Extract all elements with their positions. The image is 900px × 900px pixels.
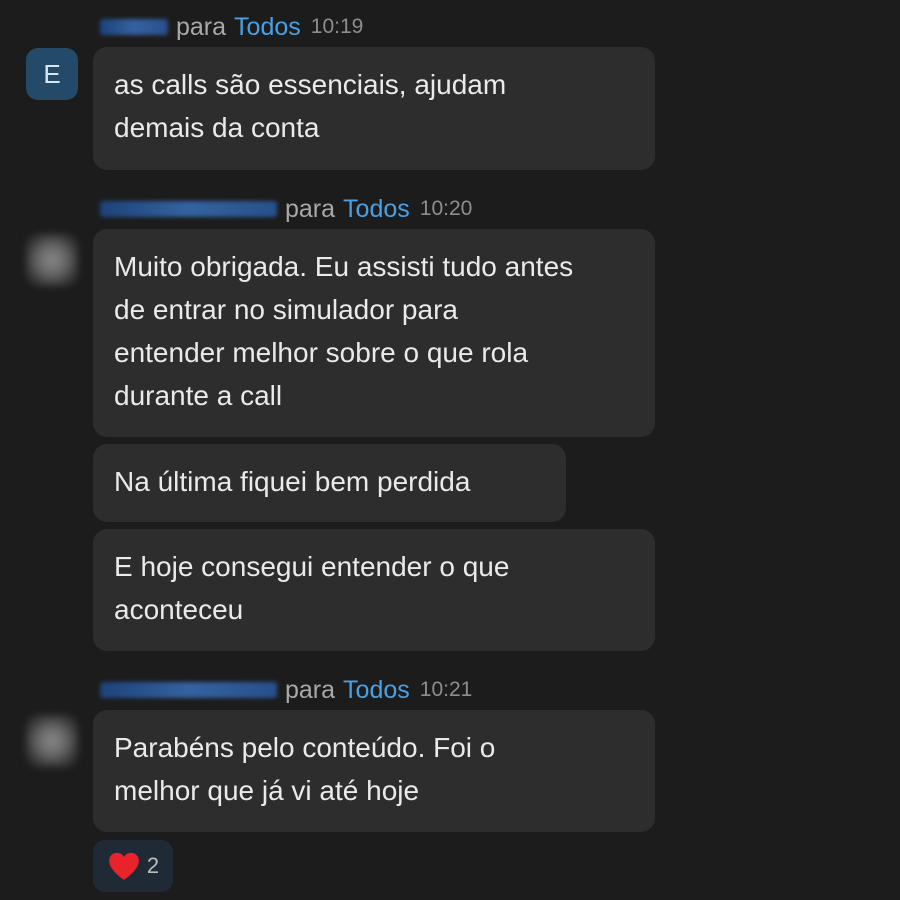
message-time: 10:21 [419,678,473,701]
sender-name-redacted [100,201,277,217]
message-time: 10:20 [419,197,473,220]
avatar[interactable] [26,234,78,286]
message-bubble[interactable]: E hoje consegui entender o que aconteceu [93,529,655,651]
avatar[interactable] [26,715,78,767]
recipient-link[interactable]: Todos [343,676,410,705]
recipient-link[interactable]: Todos [234,13,301,42]
avatar[interactable]: E [26,48,78,100]
heart-icon [109,852,139,880]
message-time: 10:19 [310,15,364,38]
chat-panel: para Todos 10:19 E as calls são essencia… [0,0,900,900]
recipient-prefix: para [285,194,336,223]
reaction-button[interactable]: 2 [93,840,173,892]
message-bubble[interactable]: Parabéns pelo conteúdo. Foi o melhor que… [93,710,655,832]
sender-name-redacted [100,19,168,35]
recipient-prefix: para [285,675,336,704]
recipient-prefix: para [176,12,227,41]
message-bubble[interactable]: as calls são essenciais, ajudam demais d… [93,47,655,170]
reaction-count: 2 [146,853,160,878]
sender-name-redacted [100,682,277,698]
message-bubble[interactable]: Na última fiquei bem perdida [93,444,566,522]
message-header: para Todos 10:19 [100,12,363,42]
message-header: para Todos 10:20 [100,194,472,224]
recipient-link[interactable]: Todos [343,195,410,224]
message-header: para Todos 10:21 [100,675,472,705]
message-bubble[interactable]: Muito obrigada. Eu assisti tudo antes de… [93,229,655,437]
